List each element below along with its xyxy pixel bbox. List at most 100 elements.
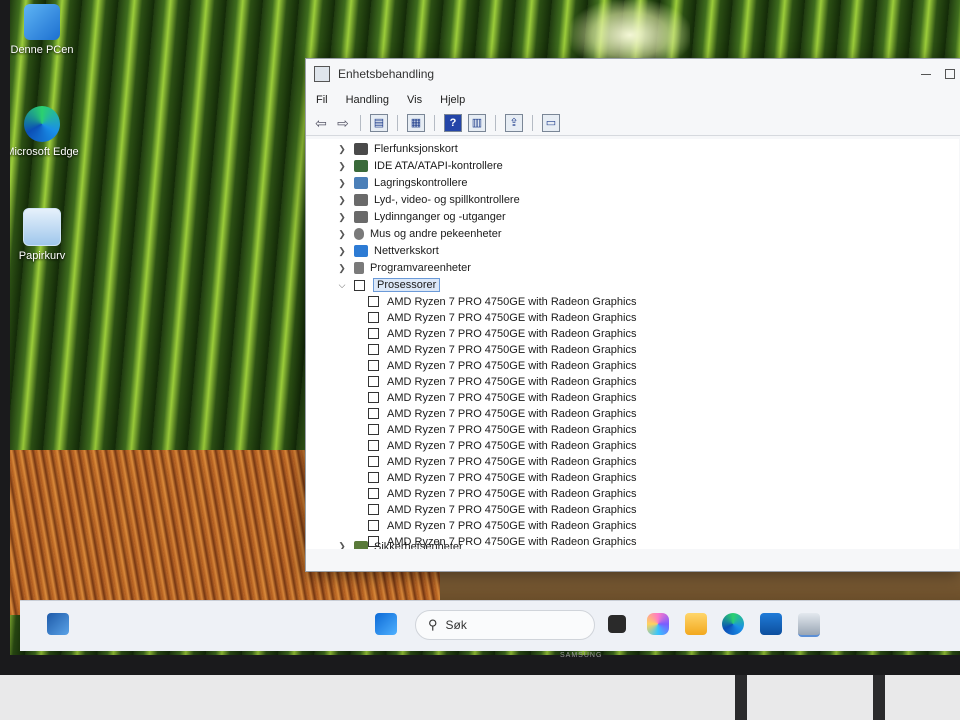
processor-label: AMD Ryzen 7 PRO 4750GE with Radeon Graph… — [387, 471, 637, 484]
processor-icon — [368, 440, 379, 451]
ide-controller-icon — [354, 160, 368, 172]
processor-item[interactable]: AMD Ryzen 7 PRO 4750GE with Radeon Graph… — [368, 374, 636, 389]
tree-category[interactable]: ❯ Lyd-, video- og spillkontrollere — [336, 192, 520, 208]
update-driver-icon[interactable]: ⇪ — [505, 114, 523, 132]
tree-category[interactable]: ❯ Sikkerhetsenheter — [336, 541, 463, 549]
device-manager-window[interactable]: Enhetsbehandling Fil Handling Vis Hjelp … — [305, 58, 960, 572]
processor-icon — [368, 520, 379, 531]
edge-icon[interactable] — [722, 613, 744, 635]
processor-icon — [368, 472, 379, 483]
processor-label: AMD Ryzen 7 PRO 4750GE with Radeon Graph… — [387, 327, 637, 340]
processor-label: AMD Ryzen 7 PRO 4750GE with Radeon Graph… — [387, 439, 637, 452]
copilot-icon[interactable] — [647, 613, 669, 635]
processor-item[interactable]: AMD Ryzen 7 PRO 4750GE with Radeon Graph… — [368, 310, 636, 325]
widgets-icon[interactable] — [47, 613, 69, 635]
tree-category-label: Mus og andre pekeenheter — [370, 228, 502, 240]
device-tree[interactable]: ❯ Flerfunksjonskort ❯ IDE ATA/ATAPI-kont… — [306, 139, 959, 549]
processor-label: AMD Ryzen 7 PRO 4750GE with Radeon Graph… — [387, 455, 637, 468]
processor-item[interactable]: AMD Ryzen 7 PRO 4750GE with Radeon Graph… — [368, 438, 636, 453]
tree-category-label: Lydinnganger og -utganger — [374, 211, 506, 223]
processor-item[interactable]: AMD Ryzen 7 PRO 4750GE with Radeon Graph… — [368, 390, 636, 405]
tree-category[interactable]: ❯ Lydinnganger og -utganger — [336, 209, 506, 225]
tree-category-label: Nettverkskort — [374, 245, 439, 257]
processor-item[interactable]: AMD Ryzen 7 PRO 4750GE with Radeon Graph… — [368, 470, 636, 485]
tree-category-processors[interactable]: ⌵ Prosessorer — [336, 277, 441, 293]
processor-label: AMD Ryzen 7 PRO 4750GE with Radeon Graph… — [387, 487, 637, 500]
processor-item[interactable]: AMD Ryzen 7 PRO 4750GE with Radeon Graph… — [368, 326, 636, 341]
toolbar-separator — [532, 115, 533, 131]
processor-label: AMD Ryzen 7 PRO 4750GE with Radeon Graph… — [387, 359, 637, 372]
menu-help[interactable]: Hjelp — [440, 94, 465, 106]
stand-leg — [735, 675, 747, 720]
toolbar-separator — [434, 115, 435, 131]
tree-category-label: Sikkerhetsenheter — [374, 541, 463, 549]
chevron-down-icon[interactable]: ⌵ — [336, 280, 348, 291]
tree-category[interactable]: ❯ IDE ATA/ATAPI-kontrollere — [336, 158, 503, 174]
desktop-icon-label: Denne PCen — [10, 44, 74, 56]
toolbar-separator — [360, 115, 361, 131]
processor-label: AMD Ryzen 7 PRO 4750GE with Radeon Graph… — [387, 311, 637, 324]
chevron-right-icon[interactable]: ❯ — [336, 541, 348, 549]
maximize-icon[interactable] — [945, 69, 955, 79]
view-icon[interactable]: ▥ — [468, 114, 486, 132]
chevron-right-icon[interactable]: ❯ — [336, 178, 348, 189]
recycle-bin-icon — [23, 208, 61, 246]
chevron-right-icon[interactable]: ❯ — [336, 144, 348, 155]
menu-file[interactable]: Fil — [316, 94, 328, 106]
window-title: Enhetsbehandling — [338, 67, 435, 81]
driver-icon[interactable]: ▦ — [407, 114, 425, 132]
tree-category[interactable]: ❯ Lagringskontrollere — [336, 175, 468, 191]
monitor-stand — [735, 675, 885, 720]
scan-hardware-icon[interactable]: ▭ — [542, 114, 560, 132]
stand-leg — [873, 675, 885, 720]
chevron-right-icon[interactable]: ❯ — [336, 246, 348, 257]
processor-item[interactable]: AMD Ryzen 7 PRO 4750GE with Radeon Graph… — [368, 486, 636, 501]
network-adapter-icon — [354, 245, 368, 257]
forward-arrow-icon[interactable]: ⇨ — [335, 115, 351, 131]
processor-label: AMD Ryzen 7 PRO 4750GE with Radeon Graph… — [387, 375, 637, 388]
processor-item[interactable]: AMD Ryzen 7 PRO 4750GE with Radeon Graph… — [368, 502, 636, 517]
title-bar[interactable]: Enhetsbehandling — [306, 59, 960, 89]
store-icon[interactable] — [760, 613, 782, 635]
tree-category-label: Programvareenheter — [370, 262, 471, 274]
tree-category[interactable]: ❯ Programvareenheter — [336, 260, 471, 276]
search-box[interactable]: ⚲ Søk — [415, 610, 595, 640]
back-arrow-icon[interactable]: ⇦ — [313, 115, 329, 131]
processor-item[interactable]: AMD Ryzen 7 PRO 4750GE with Radeon Graph… — [368, 294, 636, 309]
toolbar: ⇦ ⇨ ▤ ▦ ? ▥ ⇪ ▭ — [306, 111, 960, 136]
chevron-right-icon[interactable]: ❯ — [336, 229, 348, 240]
processor-item[interactable]: AMD Ryzen 7 PRO 4750GE with Radeon Graph… — [368, 422, 636, 437]
tree-category[interactable]: ❯ Flerfunksjonskort — [336, 141, 458, 157]
search-icon: ⚲ — [428, 617, 438, 632]
menu-view[interactable]: Vis — [407, 94, 422, 106]
processor-icon — [368, 344, 379, 355]
chevron-right-icon[interactable]: ❯ — [336, 263, 348, 274]
processor-item[interactable]: AMD Ryzen 7 PRO 4750GE with Radeon Graph… — [368, 342, 636, 357]
processor-icon — [368, 296, 379, 307]
device-manager-icon — [314, 66, 330, 82]
tree-category[interactable]: ❯ Nettverkskort — [336, 243, 439, 259]
chevron-right-icon[interactable]: ❯ — [336, 212, 348, 223]
start-icon[interactable] — [375, 613, 397, 635]
menu-action[interactable]: Handling — [346, 94, 389, 106]
task-view-icon[interactable] — [608, 615, 626, 633]
multifunction-card-icon — [354, 143, 368, 155]
tree-category-label: Flerfunksjonskort — [374, 143, 458, 155]
processor-item[interactable]: AMD Ryzen 7 PRO 4750GE with Radeon Graph… — [368, 518, 636, 533]
processor-item[interactable]: AMD Ryzen 7 PRO 4750GE with Radeon Graph… — [368, 358, 636, 373]
desktop-icon-recycle-bin[interactable]: Papirkurv — [10, 208, 82, 262]
processor-label: AMD Ryzen 7 PRO 4750GE with Radeon Graph… — [387, 423, 637, 436]
chevron-right-icon[interactable]: ❯ — [336, 195, 348, 206]
help-icon[interactable]: ? — [444, 114, 462, 132]
tree-category[interactable]: ❯ Mus og andre pekeenheter — [336, 226, 501, 242]
device-manager-icon[interactable] — [798, 613, 820, 637]
desktop-icon-edge[interactable]: Microsoft Edge — [10, 106, 82, 158]
properties-icon[interactable]: ▤ — [370, 114, 388, 132]
processor-item[interactable]: AMD Ryzen 7 PRO 4750GE with Radeon Graph… — [368, 406, 636, 421]
processor-item[interactable]: AMD Ryzen 7 PRO 4750GE with Radeon Graph… — [368, 454, 636, 469]
tree-category-label: Lagringskontrollere — [374, 177, 468, 189]
desktop-icon-this-pc[interactable]: Denne PCen — [10, 4, 82, 56]
chevron-right-icon[interactable]: ❯ — [336, 161, 348, 172]
file-explorer-icon[interactable] — [685, 613, 707, 635]
minimize-icon[interactable] — [921, 73, 931, 75]
